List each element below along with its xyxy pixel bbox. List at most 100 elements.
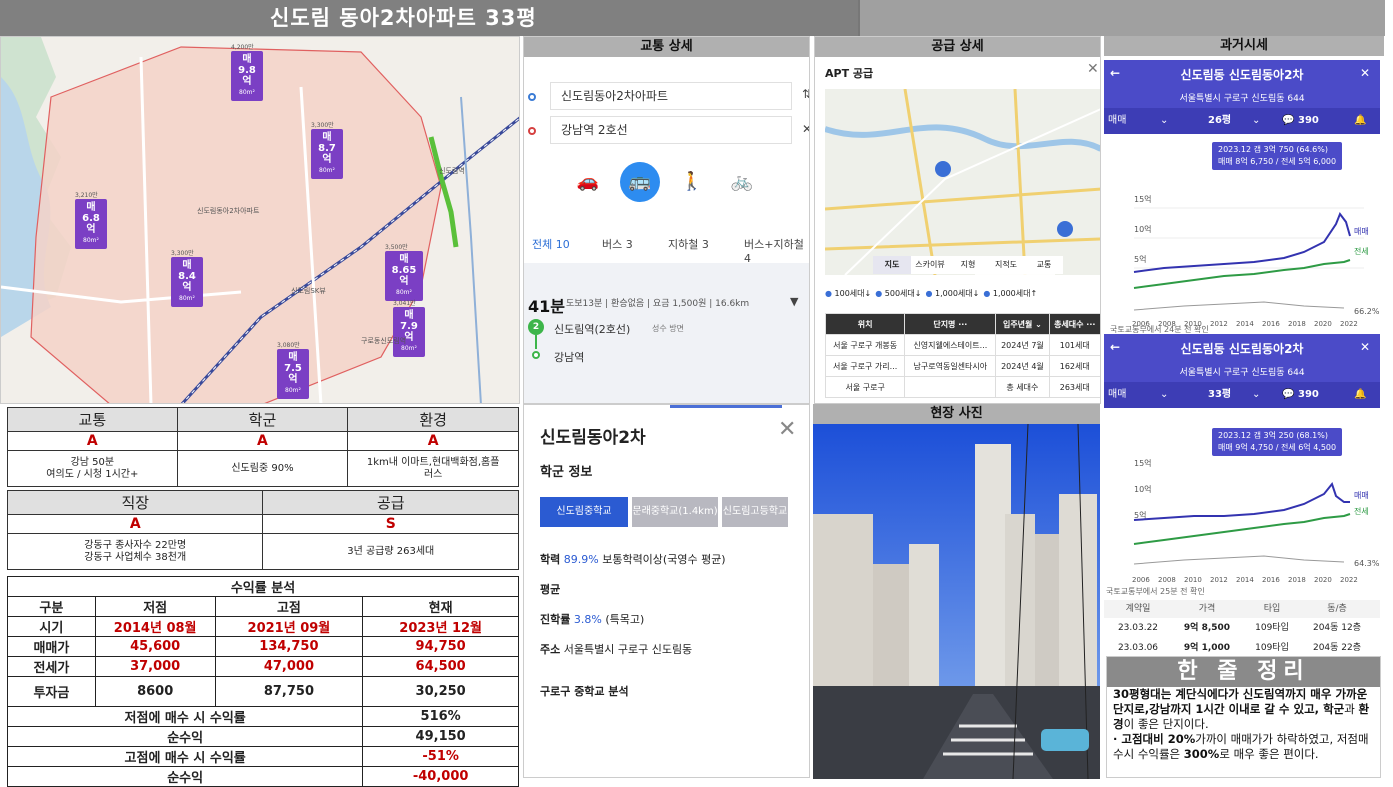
station-start: 신도림역(2호선) [554,323,631,336]
station-end-dot-icon [532,351,540,359]
close-icon[interactable]: ✕ [1360,66,1370,80]
price-pin[interactable]: 3,500만 매8.65억 80m² [385,244,423,301]
score-desc: 3년 공급량 263세대 [262,533,519,570]
deal-type-select[interactable]: 매매 [1108,382,1126,408]
price-pin[interactable]: 3,300만 매8.7억 80m² [311,122,343,179]
svg-text:2012: 2012 [1210,576,1228,584]
column-header[interactable]: 총세대수 ··· [1048,313,1100,335]
table-cell: 134,750 [214,636,364,657]
score-grade: S [262,514,519,534]
filter-chip[interactable]: ● 1,000세대↓ [925,288,979,299]
back-icon[interactable]: ← [1110,340,1120,354]
map-tab[interactable]: 지형 [949,256,987,274]
tab-school-3[interactable]: 신도림고등학교 [722,497,788,527]
row-label: 매매가 [7,636,96,657]
price-pin[interactable]: 3,210만 매6.8억 80m² [75,192,107,249]
svg-text:2018: 2018 [1288,576,1306,584]
deal-row[interactable]: 23.03.06 9억 1,000 109타입 204동 22층 [1104,638,1380,656]
bus-icon[interactable]: 🚌 [620,162,660,202]
legend-jeonse: 전세 [1354,506,1369,516]
bicycle-icon[interactable]: 🚲 [722,162,762,202]
table-cell: 45,600 [94,636,216,657]
jeonse-series [1133,259,1351,289]
row-label: 고점에 매수 시 수익률 [6,746,364,767]
table-cell: 2014년 08월 [94,616,216,637]
table-row: 순수익 49,150 [6,726,519,747]
supply-map[interactable]: 지도 스카이뷰 지형 지적도 교통 [825,89,1100,275]
comment-icon[interactable]: 💬 [1282,382,1294,408]
size-select[interactable]: 26평 [1208,108,1231,134]
map-tab[interactable]: 지적도 [987,256,1025,274]
origin-dot-icon [528,93,536,101]
history-filter-bar: 매매 ⌄ 33평 ⌄ 💬 390 🔔 [1104,382,1380,408]
table-cell: -51% [362,746,519,767]
map-type-tabs: 지도 스카이뷰 지형 지적도 교통 [873,256,1063,274]
filter-chip[interactable]: ● 500세대↓ [875,288,921,299]
table-row[interactable]: 서울 구로구 개봉동 신영지웰에스테이트... 2024년 7월 101세대 [824,334,1100,356]
table-cell: 서울 구로구 가리... [824,355,906,377]
filter-chip[interactable]: ● 100세대↓ [825,288,871,299]
swap-icon[interactable]: ⇅ [802,87,809,101]
table-row: 매매가 45,600 134,750 94,750 [7,636,519,657]
column-header[interactable]: 입주년월 ⌄ [995,313,1050,335]
destination-input[interactable]: 강남역 2호선 [550,116,792,144]
summary-panel: 한 줄 정리 30평형대는 계단식에다가 신도림역까지 매우 가까운 단지로,강… [1106,656,1381,778]
score-title: 직장 [6,490,264,515]
tab-school-1[interactable]: 신도림중학교(272m) [540,497,628,547]
chevron-down-icon: ⌄ [1160,389,1169,400]
tab-school-2[interactable]: 문래중학교(1.4km) [632,497,718,527]
bell-icon[interactable]: 🔔 [1354,382,1366,408]
walk-icon[interactable]: 🚶 [672,162,712,202]
row-label: 순수익 [6,766,364,787]
ratio-series [1133,301,1345,311]
route-result[interactable]: 41분 도보13분 | 환승없음 | 요금 1,500원 | 16.6km ▼ … [524,263,809,403]
comment-icon[interactable]: 💬 [1282,108,1294,134]
table-cell: 2023년 12월 [362,616,519,637]
tab-bus-subway[interactable]: 버스+지하철 4 [744,236,809,265]
expand-icon[interactable]: ▼ [790,295,798,308]
car-icon[interactable]: 🚗 [568,162,608,202]
table-cell: 162세대 [1048,355,1100,377]
close-icon[interactable]: ✕ [1360,340,1370,354]
size-select[interactable]: 33평 [1208,382,1231,408]
map-tab[interactable]: 스카이뷰 [911,256,949,274]
close-icon[interactable]: ✕ [778,417,796,442]
y-tick: 15억 [1134,458,1152,468]
svg-text:2010: 2010 [1184,576,1202,584]
location-map[interactable]: 4,200만 매9.8억 80m² 3,300만 매8.7억 80m² 3,210만 매6… [0,36,520,404]
tab-subway[interactable]: 지하철 3 [668,236,709,252]
svg-text:2014: 2014 [1236,576,1254,584]
school-subtitle: 학군 정보 [540,465,593,480]
deal-row[interactable]: 23.03.22 9억 8,500 109타입 204동 12층 [1104,618,1380,638]
filter-chip[interactable]: ● 1,000세대↑ [983,288,1037,299]
svg-text:2016: 2016 [1262,320,1280,328]
column-header[interactable]: 위치 [824,313,906,335]
tab-bus[interactable]: 버스 3 [602,236,633,252]
price-chart: 15억 10억 5억 매매 전세 64.3% 2006 2008 2010 2012… [1132,458,1380,584]
price-pin[interactable]: 3,080만 매7.5억 80m² [277,342,309,399]
column-header[interactable]: 단지명 ··· [904,313,997,335]
price-pin[interactable]: 4,200만 매9.8억 80m² [231,44,263,101]
svg-text:2014: 2014 [1236,320,1254,328]
supply-panel: 공급 상세 APT 공급 ✕ 지도 스카이뷰 지형 지적도 교통 ● 100세대… [814,36,1101,404]
price-pin[interactable]: 3,041만 매7.9억 80m² [393,300,425,357]
deal-list-header: 계약일 가격 타입 동/층 [1104,600,1380,618]
deal-type-select[interactable]: 매매 [1108,108,1126,134]
summary-text: 30평형대는 계단식에다가 신도림역까지 매우 가까운 단지로,강남까지 1시간… [1113,687,1370,761]
origin-input[interactable]: 신도림동아2차아파트 [550,82,792,110]
table-row[interactable]: 서울 구로구 가리... 남구로역동일센타시아 2024년 4월 162세대 [824,355,1100,377]
close-icon[interactable]: ✕ [1087,61,1099,77]
map-tab[interactable]: 지도 [873,256,911,274]
school-address: 주소 서울특별시 구로구 신도림동 [540,643,693,656]
price-pin[interactable]: 3,300만 매8.4억 80m² [171,250,203,307]
district-analysis-link[interactable]: 구로구 중학교 분석 [540,683,629,699]
tab-all[interactable]: 전체 10 [532,236,570,252]
bell-icon[interactable]: 🔔 [1354,108,1366,134]
table-row: 투자금 8600 87,750 30,250 [7,676,519,707]
row-label: 투자금 [7,676,96,707]
back-icon[interactable]: ← [1110,66,1120,80]
map-tab[interactable]: 교통 [1025,256,1063,274]
close-icon[interactable]: ✕ [802,122,809,136]
line2-icon: 2 [528,319,544,335]
table-cell: 30,250 [362,676,519,707]
